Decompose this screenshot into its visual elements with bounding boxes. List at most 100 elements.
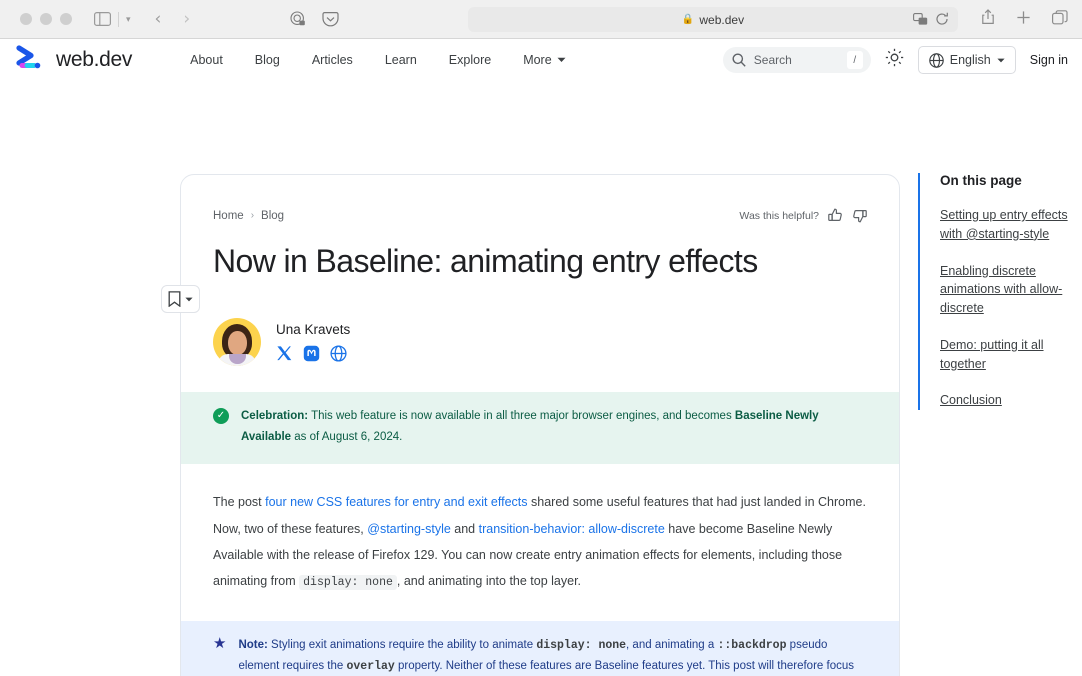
star-icon: ★ — [213, 635, 227, 653]
feedback-label: Was this helpful? — [739, 209, 819, 222]
webdev-logo-icon — [16, 44, 46, 76]
url-text: web.dev — [699, 12, 745, 27]
x-icon[interactable] — [276, 345, 293, 362]
on-this-page-nav: On this page Setting up entry effects wi… — [918, 173, 1068, 410]
note-code-backdrop: ::backdrop — [717, 639, 787, 653]
author-name: Una Kravets — [276, 321, 351, 337]
feedback-widget: Was this helpful? — [739, 208, 867, 223]
link-starting-style[interactable]: @starting-style — [367, 522, 451, 536]
note-text: Note: Styling exit animations require th… — [238, 635, 867, 676]
nav-item-explore[interactable]: Explore — [449, 53, 491, 67]
translate-icon[interactable] — [913, 12, 928, 29]
celebration-label: Celebration: — [241, 409, 309, 422]
check-circle-icon: ✓ — [213, 407, 229, 424]
brand-logo-link[interactable]: web.dev — [16, 44, 133, 76]
browser-toolbar: ▾ ‹ › 🔒 web.dev — [0, 0, 1082, 39]
toc-item-1[interactable]: Enabling discrete animations with allow-… — [940, 262, 1068, 318]
nav-item-more[interactable]: More — [523, 53, 566, 67]
language-label: English — [949, 53, 991, 67]
intro-paragraph: The post four new CSS features for entry… — [213, 489, 867, 595]
privacy-report-icon[interactable] — [290, 11, 306, 27]
chevron-down-icon — [997, 58, 1005, 62]
nav-item-articles[interactable]: Articles — [312, 53, 353, 67]
bookmark-button[interactable] — [161, 285, 200, 313]
celebration-text: Celebration: This web feature is now ava… — [241, 406, 867, 449]
breadcrumb-blog[interactable]: Blog — [261, 210, 284, 222]
breadcrumb: Home › Blog — [213, 210, 284, 222]
search-shortcut-key: / — [846, 51, 863, 69]
breadcrumb-row: Home › Blog Was this helpful? — [213, 175, 867, 223]
language-selector[interactable]: English — [917, 46, 1016, 74]
breadcrumb-home[interactable]: Home — [213, 210, 244, 222]
note-text-1: Styling exit animations require the abil… — [267, 639, 537, 652]
header-right: Search / English Sign in — [722, 39, 1068, 81]
chevron-down-icon[interactable] — [185, 297, 193, 302]
window-traffic-lights[interactable] — [20, 13, 72, 25]
close-window-button[interactable] — [20, 13, 32, 25]
sun-icon[interactable] — [885, 48, 904, 72]
author-block: Una Kravets — [213, 317, 867, 366]
toc-item-3[interactable]: Conclusion — [940, 391, 1068, 410]
tab-overview-icon[interactable] — [1052, 9, 1068, 30]
url-display: 🔒 web.dev — [682, 13, 744, 27]
thumb-up-icon[interactable] — [828, 208, 843, 223]
note-text-2: , and animating a — [626, 639, 718, 652]
toc-item-2[interactable]: Demo: putting it all together — [940, 336, 1068, 374]
note-callout: ★ Note: Styling exit animations require … — [181, 621, 899, 676]
toc-title: On this page — [940, 173, 1022, 188]
search-icon — [732, 53, 746, 67]
back-arrow-icon[interactable]: ‹ — [155, 10, 162, 28]
toolbar-right-icons[interactable] — [981, 0, 1068, 39]
article-card: Home › Blog Was this helpful? Now in Bas… — [180, 174, 900, 676]
maximize-window-button[interactable] — [60, 13, 72, 25]
nav-item-blog[interactable]: Blog — [255, 53, 280, 67]
lock-icon: 🔒 — [681, 14, 695, 25]
author-socials — [276, 345, 350, 362]
sign-in-button[interactable]: Sign in — [1030, 53, 1068, 67]
page-title: Now in Baseline: animating entry effects — [213, 243, 758, 279]
site-nav: About Blog Articles Learn Explore More — [190, 53, 566, 67]
note-code-overlay: overlay — [346, 660, 395, 674]
link-transition-behavior[interactable]: transition-behavior: allow-discrete — [479, 522, 665, 536]
nav-item-about[interactable]: About — [190, 53, 223, 67]
note-label: Note: — [238, 639, 268, 652]
address-bar-actions[interactable] — [913, 12, 949, 29]
minimize-window-button[interactable] — [40, 13, 52, 25]
note-code-display-none: display: none — [536, 639, 627, 653]
paragraph-text-3: and — [450, 521, 479, 536]
celebration-callout: ✓ Celebration: This web feature is now a… — [181, 391, 899, 465]
brand-name: web.dev — [56, 48, 133, 71]
search-input[interactable]: Search / — [722, 47, 871, 73]
nav-item-learn[interactable]: Learn — [385, 53, 417, 67]
browser-window: ▾ ‹ › 🔒 web.dev web.dev About Blog Artic… — [0, 0, 1082, 676]
paragraph-text-1: The post — [213, 495, 266, 510]
avatar — [213, 317, 261, 366]
sidebar-chevron-down-icon[interactable]: ▾ — [126, 14, 131, 25]
sidebar-toggle-icon[interactable] — [94, 12, 111, 26]
bookmark-icon — [168, 291, 181, 307]
toolbar-divider — [118, 11, 119, 27]
link-four-new-css-features[interactable]: four new CSS features for entry and exit… — [265, 495, 527, 509]
toc-item-0[interactable]: Setting up entry effects with @starting-… — [940, 206, 1068, 244]
toolbar-left-icons — [290, 11, 339, 27]
navigation-arrows[interactable]: ‹ › — [155, 10, 191, 28]
address-bar[interactable]: 🔒 web.dev — [468, 7, 958, 32]
inline-code-display-none: display: none — [299, 575, 397, 591]
site-header: web.dev About Blog Articles Learn Explor… — [0, 39, 1082, 81]
forward-arrow-icon[interactable]: › — [183, 10, 190, 28]
thumb-down-icon[interactable] — [852, 208, 867, 223]
website-globe-icon[interactable] — [330, 345, 347, 362]
breadcrumb-separator: › — [250, 210, 255, 221]
chevron-down-icon — [557, 57, 566, 62]
globe-icon — [928, 52, 944, 68]
page-body: Home › Blog Was this helpful? Now in Bas… — [0, 81, 1082, 676]
paragraph-text-5: , and animating into the top layer. — [396, 574, 582, 589]
mastodon-icon[interactable] — [303, 345, 320, 362]
pocket-icon[interactable] — [322, 11, 339, 27]
plus-icon[interactable] — [1016, 10, 1031, 30]
celebration-text-1: This web feature is now available in all… — [308, 409, 735, 422]
nav-item-more-label: More — [523, 53, 552, 67]
reload-icon[interactable] — [935, 12, 949, 29]
celebration-text-2: as of August 6, 2024. — [291, 431, 403, 444]
share-icon[interactable] — [981, 9, 995, 30]
